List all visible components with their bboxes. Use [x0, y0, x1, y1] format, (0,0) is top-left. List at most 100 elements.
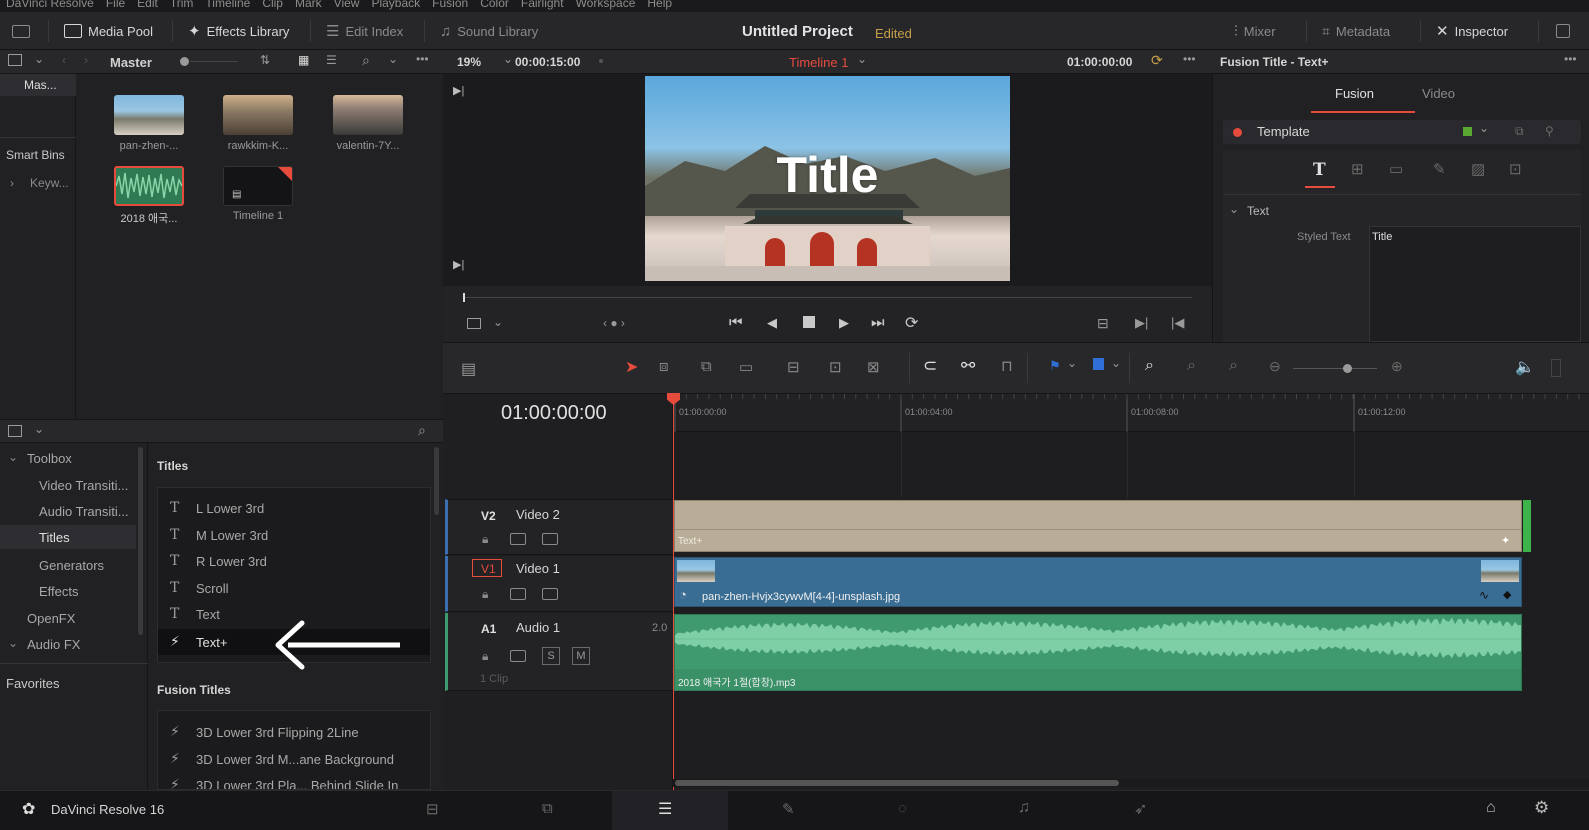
stop-icon[interactable] [803, 316, 815, 328]
menu-item[interactable]: Timeline [205, 0, 250, 9]
zoom-in-icon[interactable]: ⊕ [1391, 358, 1403, 375]
search-icon[interactable]: ⌕ [418, 422, 426, 439]
trim-tool-icon[interactable]: ⧈ [659, 358, 669, 375]
grid-view-icon[interactable]: ▦ [298, 53, 309, 67]
mute-button[interactable]: M [572, 647, 590, 665]
crop-icon[interactable] [467, 318, 481, 329]
menu-item[interactable]: Fairlight [521, 0, 564, 9]
menu-item[interactable]: Help [647, 0, 672, 9]
media-thumbnail[interactable] [333, 95, 403, 135]
timeline-clip-audio[interactable]: 2018 애국가 1절(합창).mp3 [674, 614, 1522, 691]
image-tab-icon[interactable]: ▨ [1471, 160, 1485, 178]
timeline-clip-image[interactable]: ◔ pan-zhen-Hvjx3cywvM[4-4]-unsplash.jpg … [674, 557, 1522, 607]
chevron-down-icon[interactable]: ⌄ [493, 315, 503, 329]
audio-transitions-category[interactable]: Audio Transiti... [39, 504, 129, 519]
layout-tab-icon[interactable]: ⊞ [1351, 160, 1364, 178]
fusion-title-item[interactable]: ⚡ 3D Lower 3rd M...ane Background [170, 751, 394, 767]
menu-item[interactable]: Clip [262, 0, 283, 9]
cut-page-icon[interactable]: ⧉ [542, 800, 553, 817]
track-name[interactable]: Video 2 [516, 507, 560, 522]
menu-item[interactable]: Color [480, 0, 509, 9]
zoom-slider[interactable] [1293, 368, 1377, 369]
chevron-down-icon[interactable]: ⌄ [8, 636, 18, 650]
menu-item[interactable]: Edit [137, 0, 158, 9]
skip-to-start-icon[interactable]: ⏮ [729, 314, 743, 331]
restore-icon[interactable]: ⧉ [1515, 124, 1524, 139]
match-frame-icon[interactable]: ⊟ [1097, 315, 1109, 332]
title-item[interactable]: TL Lower 3rd [170, 500, 264, 516]
pin-icon[interactable]: ⚲ [1545, 124, 1554, 138]
zoom-slider-handle[interactable] [1343, 364, 1352, 373]
settings-tab-icon[interactable]: ⊡ [1509, 160, 1522, 178]
play-reverse-icon[interactable]: ◀ [767, 315, 777, 331]
chevron-down-icon[interactable]: ⌄ [34, 422, 44, 436]
gear-icon[interactable]: ⚙ [1534, 798, 1549, 818]
fusion-page-icon[interactable]: ✎ [782, 800, 795, 818]
auto-select-icon[interactable] [510, 650, 526, 662]
effects-category[interactable]: Effects [39, 584, 79, 599]
keywords-bin[interactable]: Keyw... [30, 176, 69, 190]
chevron-right-icon[interactable]: › [10, 176, 14, 190]
media-thumbnail[interactable] [223, 95, 293, 135]
title-item[interactable]: T Scroll [170, 580, 229, 596]
chevron-down-icon[interactable]: ⌄ [34, 52, 44, 66]
title-item[interactable]: TM Lower 3rd [170, 527, 268, 543]
more-options-icon[interactable]: ••• [1564, 52, 1577, 66]
video-transitions-category[interactable]: Video Transiti... [39, 478, 128, 493]
mark-in-icon[interactable]: ▶| [1135, 315, 1148, 331]
thumb-size-slider[interactable] [190, 61, 238, 62]
menu-item[interactable]: Playback [371, 0, 420, 9]
snapping-icon[interactable]: ⊂ [923, 356, 937, 376]
panel-toggle-icon[interactable] [8, 425, 22, 437]
overwrite-clip-icon[interactable]: ⊡ [829, 358, 842, 376]
lock-icon[interactable]: 🔒︎ [482, 649, 488, 664]
thumb-size-slider-handle[interactable] [180, 57, 189, 66]
more-options-icon[interactable]: ••• [416, 52, 429, 66]
dynamic-trim-icon[interactable]: ⧉ [701, 358, 712, 375]
back-icon[interactable]: ‹ [62, 53, 66, 67]
chevron-down-icon[interactable]: ⌄ [1229, 202, 1239, 216]
insert-clip-icon[interactable]: ⊟ [787, 358, 800, 376]
edit-page-button[interactable]: ☰ [612, 791, 728, 830]
go-to-first-frame-icon[interactable]: ▶| [453, 84, 464, 97]
chevron-down-icon[interactable]: ⌄ [1067, 356, 1077, 370]
menu-item[interactable]: Fusion [432, 0, 468, 9]
play-icon[interactable]: ▶ [839, 315, 849, 331]
flag-icon[interactable]: ⚑ [1049, 358, 1061, 374]
media-page-icon[interactable]: ⊟ [426, 800, 439, 818]
link-icon[interactable]: ⚯ [961, 356, 975, 376]
menu-item[interactable]: Trim [170, 0, 194, 9]
scrubber-bar[interactable] [465, 297, 1192, 298]
zoom-full-icon[interactable]: ⌕ [1145, 357, 1154, 375]
go-to-last-frame-icon[interactable]: ▶| [453, 258, 464, 271]
track-enable-icon[interactable] [542, 588, 558, 600]
chevron-down-icon[interactable]: ⌄ [1111, 356, 1121, 370]
solo-button[interactable]: S [542, 647, 560, 665]
zoom-level[interactable]: 19% [457, 55, 481, 69]
audio-thumbnail[interactable] [114, 166, 184, 206]
monitor-icon[interactable] [12, 20, 30, 42]
track-name[interactable]: Audio 1 [516, 620, 560, 635]
lock-icon[interactable]: 🔒︎ [482, 587, 488, 602]
menu-item[interactable]: DaVinci Resolve [6, 0, 94, 9]
auto-select-icon[interactable] [510, 533, 526, 545]
menu-item[interactable]: View [334, 0, 360, 9]
marker-icon[interactable] [1093, 358, 1104, 370]
playhead[interactable] [673, 394, 674, 790]
forward-icon[interactable]: › [84, 53, 88, 67]
zoom-detail-icon[interactable]: ⌕ [1187, 357, 1196, 375]
audiofx-category[interactable]: Audio FX [27, 637, 80, 652]
styled-text-field[interactable]: Title [1369, 226, 1581, 342]
search-icon[interactable]: ⌕ [362, 52, 370, 69]
color-chip[interactable] [1463, 127, 1472, 136]
overlay-title-text[interactable]: Title [645, 146, 1010, 204]
tab-video[interactable]: Video [1422, 86, 1455, 101]
sync-icon[interactable]: ⟳ [1151, 52, 1163, 69]
more-options-icon[interactable]: ••• [1183, 52, 1196, 66]
zoom-out-icon[interactable]: ⊖ [1269, 358, 1281, 375]
timeline-thumbnail[interactable]: ▤ [223, 166, 293, 206]
mixer-button[interactable]: ⫶ Mixer [1234, 20, 1276, 42]
chevron-down-icon[interactable]: ⌄ [503, 52, 513, 66]
metadata-button[interactable]: ⌗ Metadata [1322, 20, 1390, 42]
horizontal-scrollbar[interactable] [673, 779, 1589, 787]
